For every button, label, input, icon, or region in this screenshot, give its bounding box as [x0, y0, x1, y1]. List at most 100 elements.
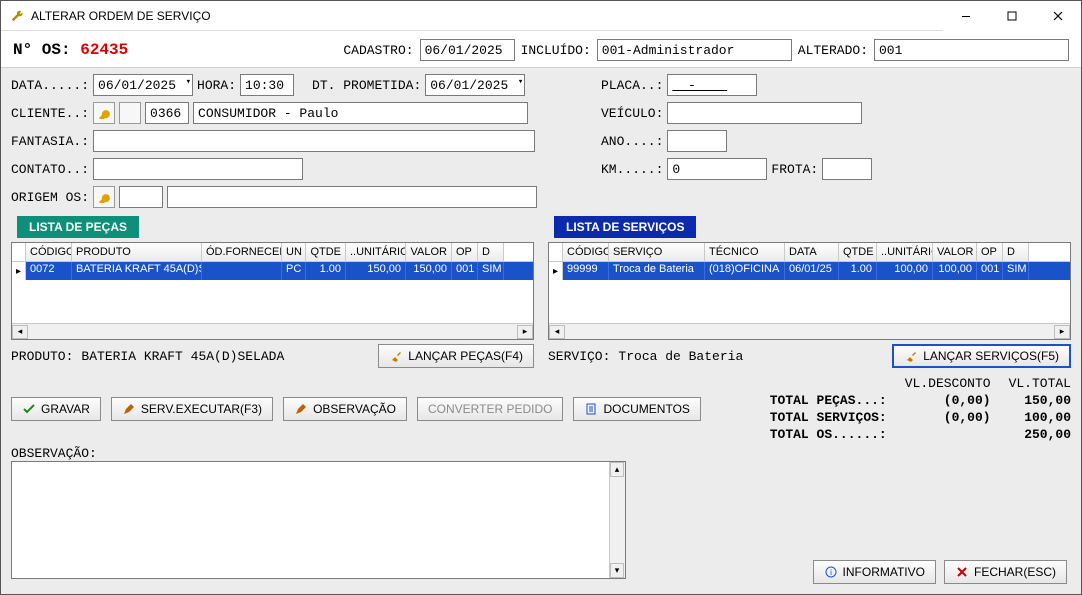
col-od-forn[interactable]: ÓD.FORNECEDO: [202, 243, 282, 261]
servicos-grid[interactable]: CÓDIGO SERVIÇO TÉCNICO DATA QTDE ..UNITÁ…: [548, 242, 1071, 340]
data-label: DATA.....:: [11, 78, 89, 93]
contato-field[interactable]: [93, 158, 303, 180]
actions-row: GRAVAR SERV.EXECUTAR(F3) OBSERVAÇÃO CONV…: [11, 376, 1071, 442]
h-scrollbar[interactable]: ◂ ▸: [12, 323, 533, 339]
col-op[interactable]: OP: [977, 243, 1003, 261]
origem-desc-field[interactable]: [167, 186, 537, 208]
svg-text:i: i: [830, 568, 832, 577]
close-button[interactable]: [1035, 1, 1081, 31]
scroll-right-icon[interactable]: ▸: [517, 325, 533, 339]
observacao-button[interactable]: OBSERVAÇÃO: [283, 397, 407, 421]
origem-label: ORIGEM OS:: [11, 190, 89, 205]
dt-prometida-label: DT. PROMETIDA:: [312, 78, 421, 93]
col-qtde[interactable]: QTDE: [306, 243, 346, 261]
total-serv-value: 100,00: [1009, 410, 1071, 425]
v-scrollbar[interactable]: ▴ ▾: [609, 462, 625, 578]
cadastro-field[interactable]: [420, 39, 515, 61]
scroll-down-icon[interactable]: ▾: [610, 563, 624, 578]
data-field[interactable]: [93, 74, 193, 96]
servico-value: Troca de Bateria: [618, 349, 743, 364]
fantasia-field[interactable]: [93, 130, 535, 152]
cell-data: 06/01/25: [785, 262, 839, 280]
col-produto[interactable]: PRODUTO: [72, 243, 202, 261]
serv-executar-button[interactable]: SERV.EXECUTAR(F3): [111, 397, 273, 421]
col-un[interactable]: UN: [282, 243, 306, 261]
cell-tecnico: (018)OFICINA: [705, 262, 785, 280]
table-row[interactable]: 0072 BATERIA KRAFT 45A(D)SEI PC 1.00 150…: [26, 262, 533, 280]
cell-op: 001: [977, 262, 1003, 280]
cell-qtde: 1.00: [839, 262, 877, 280]
totals-block: VL.DESCONTO VL.TOTAL TOTAL PEÇAS...: (0,…: [770, 376, 1071, 442]
col-qtde[interactable]: QTDE: [839, 243, 877, 261]
informativo-button[interactable]: i INFORMATIVO: [813, 560, 936, 584]
ano-field[interactable]: [667, 130, 727, 152]
converter-label: CONVERTER PEDIDO: [428, 402, 552, 416]
documentos-button[interactable]: DOCUMENTOS: [573, 397, 700, 421]
row-selector-head: [549, 243, 563, 261]
placa-field[interactable]: [667, 74, 757, 96]
gravar-button[interactable]: GRAVAR: [11, 397, 101, 421]
scroll-left-icon[interactable]: ◂: [549, 325, 565, 339]
total-os-label: TOTAL OS......:: [770, 427, 887, 442]
search-icon: [98, 107, 110, 119]
cell-unitario: 100,00: [877, 262, 933, 280]
header-row: N° OS: 62435 CADASTRO: INCLUÍDO: ALTERAD…: [1, 31, 1081, 67]
hora-field[interactable]: [240, 74, 294, 96]
cliente-code-field[interactable]: [145, 102, 189, 124]
fechar-label: FECHAR(ESC): [974, 565, 1056, 579]
col-op[interactable]: OP: [452, 243, 478, 261]
incluido-field[interactable]: [597, 39, 792, 61]
dt-prometida-field[interactable]: [425, 74, 525, 96]
cliente-search-button[interactable]: [93, 102, 115, 124]
km-field[interactable]: [667, 158, 767, 180]
col-tecnico[interactable]: TÉCNICO: [705, 243, 785, 261]
origem-search-button[interactable]: [93, 186, 115, 208]
converter-pedido-button[interactable]: CONVERTER PEDIDO: [417, 397, 563, 421]
col-codigo[interactable]: CÓDIGO: [26, 243, 72, 261]
col-d[interactable]: D: [478, 243, 504, 261]
servicos-banner: LISTA DE SERVIÇOS: [554, 216, 696, 238]
contato-label: CONTATO..:: [11, 162, 89, 177]
cell-op: 001: [452, 262, 478, 280]
pecas-grid-header: CÓDIGO PRODUTO ÓD.FORNECEDO UN QTDE ..UN…: [12, 243, 533, 262]
pecas-banner: LISTA DE PEÇAS: [17, 216, 139, 238]
informativo-label: INFORMATIVO: [843, 565, 925, 579]
col-d[interactable]: D: [1003, 243, 1029, 261]
gravar-label: GRAVAR: [41, 402, 90, 416]
scroll-left-icon[interactable]: ◂: [12, 325, 28, 339]
documentos-label: DOCUMENTOS: [603, 402, 689, 416]
h-scrollbar[interactable]: ◂ ▸: [549, 323, 1070, 339]
lancar-servicos-button[interactable]: LANÇAR SERVIÇOS(F5): [892, 344, 1071, 368]
frota-label: FROTA:: [771, 162, 818, 177]
table-row[interactable]: 99999 Troca de Bateria (018)OFICINA 06/0…: [563, 262, 1070, 280]
observacao-textarea[interactable]: ▴ ▾: [11, 461, 626, 579]
minimize-button[interactable]: [943, 1, 989, 31]
frota-field[interactable]: [822, 158, 872, 180]
cliente-extra-button[interactable]: [119, 102, 141, 124]
cell-qtde: 1.00: [306, 262, 346, 280]
origem-code-field[interactable]: [119, 186, 163, 208]
col-codigo[interactable]: CÓDIGO: [563, 243, 609, 261]
alterado-field[interactable]: [874, 39, 1069, 61]
cliente-name-field[interactable]: [193, 102, 528, 124]
window-title: ALTERAR ORDEM DE SERVIÇO: [31, 9, 211, 23]
cell-servico: Troca de Bateria: [609, 262, 705, 280]
col-data[interactable]: DATA: [785, 243, 839, 261]
window-frame: ALTERAR ORDEM DE SERVIÇO N° OS: 62435 CA…: [0, 0, 1082, 595]
col-valor[interactable]: VALOR: [406, 243, 452, 261]
col-unitario[interactable]: ..UNITÁRIO: [877, 243, 933, 261]
fechar-button[interactable]: FECHAR(ESC): [944, 560, 1067, 584]
veiculo-field[interactable]: [667, 102, 862, 124]
lancar-pecas-button[interactable]: LANÇAR PEÇAS(F4): [378, 344, 534, 368]
footer-buttons: i INFORMATIVO FECHAR(ESC): [813, 560, 1067, 584]
col-unitario[interactable]: ..UNITÁRIO: [346, 243, 406, 261]
maximize-button[interactable]: [989, 1, 1035, 31]
pecas-grid[interactable]: CÓDIGO PRODUTO ÓD.FORNECEDO UN QTDE ..UN…: [11, 242, 534, 340]
check-icon: [22, 402, 36, 416]
cell-un: PC: [282, 262, 306, 280]
scroll-up-icon[interactable]: ▴: [610, 462, 624, 477]
col-valor[interactable]: VALOR: [933, 243, 977, 261]
col-servico[interactable]: SERVIÇO: [609, 243, 705, 261]
os-label: N° OS:: [13, 41, 71, 59]
scroll-right-icon[interactable]: ▸: [1054, 325, 1070, 339]
